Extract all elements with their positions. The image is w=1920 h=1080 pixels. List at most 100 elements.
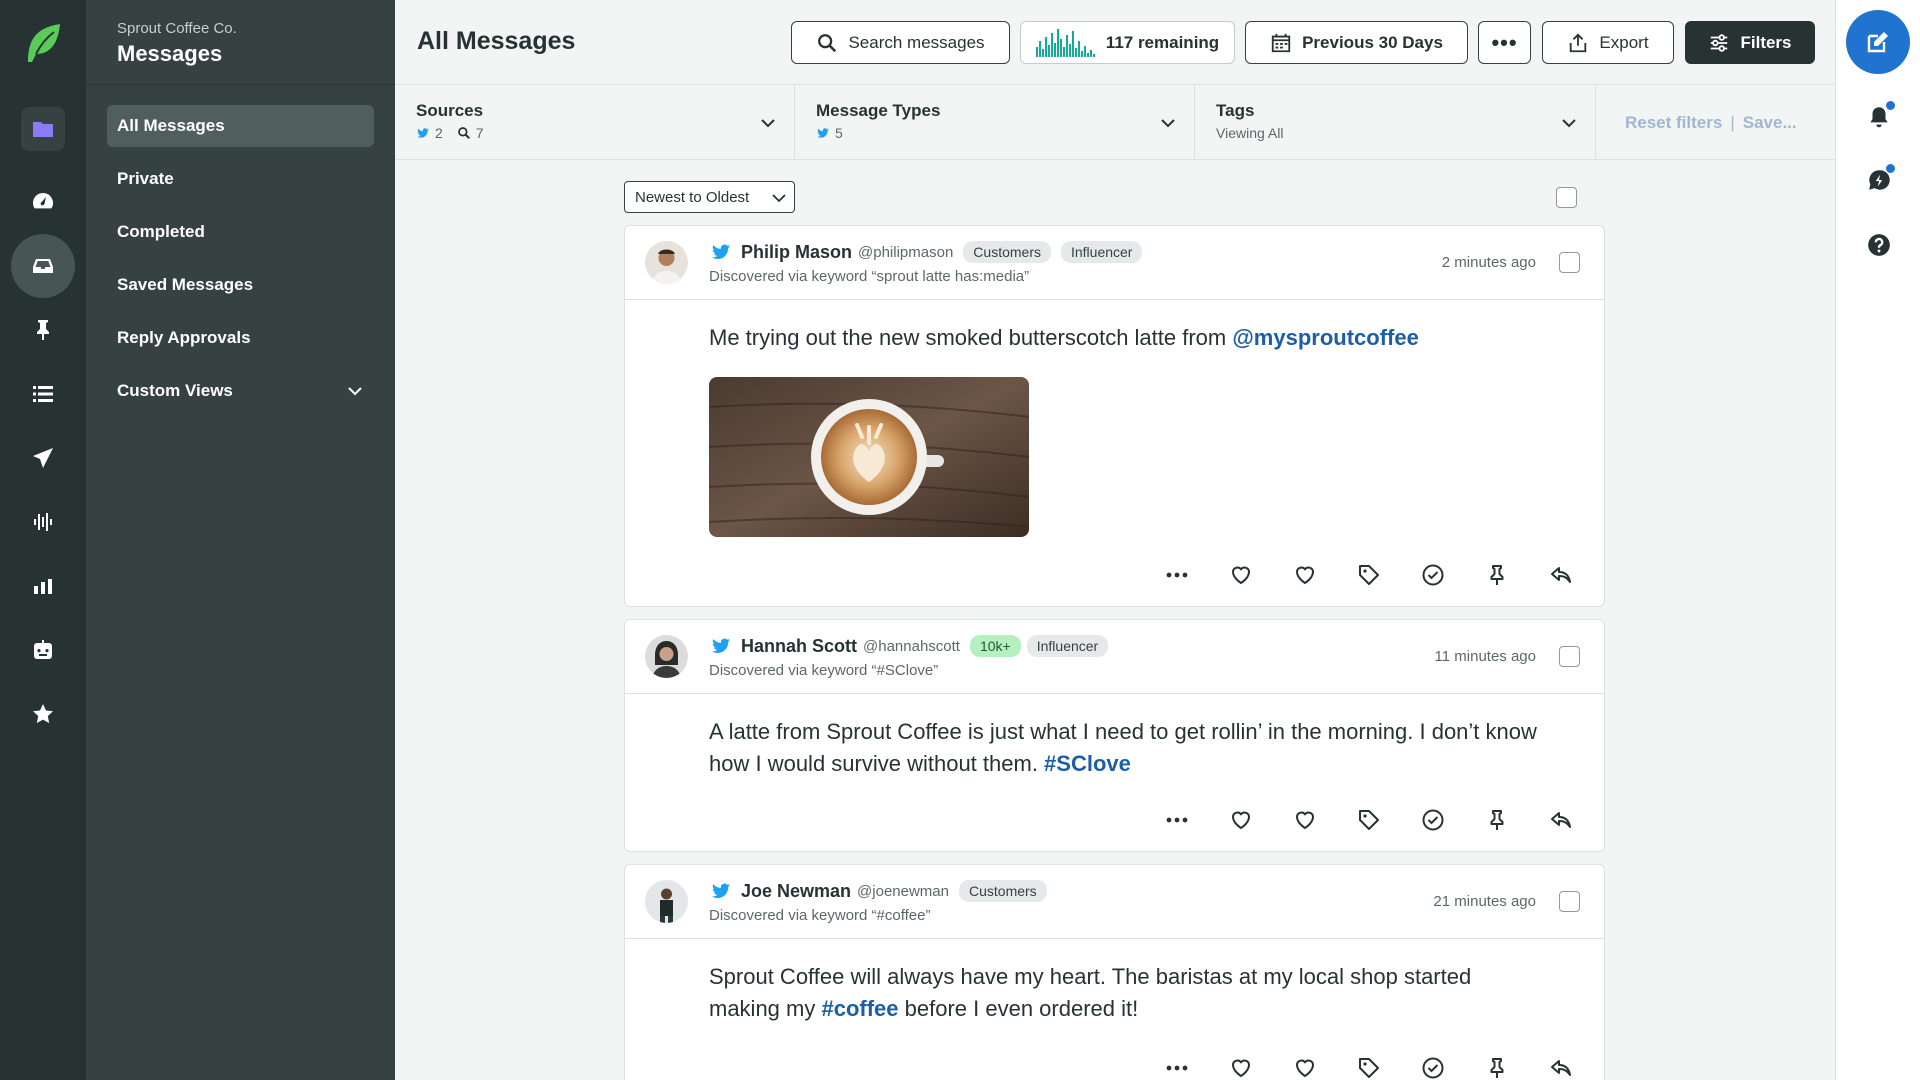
sources-summary: 2 7 xyxy=(416,125,794,141)
search-button[interactable]: Search messages xyxy=(791,21,1010,64)
message-card[interactable]: Joe Newman @joenewman Customers Discover… xyxy=(624,864,1605,1080)
favorite-button[interactable] xyxy=(1292,1055,1318,1080)
complete-icon xyxy=(1422,1057,1444,1079)
like-button[interactable] xyxy=(1228,1055,1254,1080)
nav-list: All Messages Private Completed Saved Mes… xyxy=(86,85,395,412)
nav-item-label: All Messages xyxy=(117,116,225,135)
message-actions xyxy=(1126,1055,1574,1080)
attached-photo[interactable] xyxy=(708,377,1030,537)
nav-item-completed[interactable]: Completed xyxy=(107,211,374,253)
nav-item-all-messages[interactable]: All Messages xyxy=(107,105,374,147)
list-icon xyxy=(33,386,53,402)
date-range-button[interactable]: Previous 30 Days xyxy=(1245,21,1468,64)
nav-item-label: Completed xyxy=(117,222,205,241)
filters-button[interactable]: Filters xyxy=(1685,21,1815,64)
more-actions-button[interactable] xyxy=(1164,562,1190,588)
avatar[interactable] xyxy=(645,635,688,678)
author-name[interactable]: Joe Newman xyxy=(741,881,851,902)
message-card[interactable]: Hannah Scott @hannahscott 10k+ Influence… xyxy=(624,619,1605,852)
remaining-counter[interactable]: 117 remaining xyxy=(1020,21,1235,64)
top-header: All Messages Search messages 117 remaini… xyxy=(395,0,1835,85)
message-text-end: before I even ordered it! xyxy=(898,996,1139,1021)
discovered-via: Discovered via keyword “#coffee” xyxy=(709,907,931,924)
sources-filter[interactable]: Sources 2 7 xyxy=(395,85,795,160)
rail-list[interactable] xyxy=(11,362,75,426)
message-header: Joe Newman @joenewman Customers Discover… xyxy=(625,865,1604,939)
pin-icon xyxy=(37,320,49,340)
reset-filters-link[interactable]: Reset filters xyxy=(1625,113,1722,132)
tags-filter[interactable]: Tags Viewing All xyxy=(1195,85,1596,160)
rail-reviews[interactable] xyxy=(11,682,75,746)
tag-icon xyxy=(1359,810,1379,830)
author-name[interactable]: Philip Mason xyxy=(741,242,852,263)
nav-item-custom-views[interactable]: Custom Views xyxy=(107,370,374,412)
complete-button[interactable] xyxy=(1420,562,1446,588)
tag-button[interactable] xyxy=(1356,1055,1382,1080)
rail-tasks[interactable] xyxy=(11,298,75,362)
sprout-leaf-logo[interactable] xyxy=(24,22,62,64)
reply-button[interactable] xyxy=(1548,562,1574,588)
like-button[interactable] xyxy=(1228,807,1254,833)
export-label: Export xyxy=(1599,32,1649,52)
pin-button[interactable] xyxy=(1484,562,1510,588)
rail-publish[interactable] xyxy=(11,426,75,490)
rail-inbox[interactable] xyxy=(11,234,75,298)
sort-select[interactable]: Newest to Oldest xyxy=(624,181,795,213)
rail-dashboard[interactable] xyxy=(11,169,75,233)
discovered-via: Discovered via keyword “sprout latte has… xyxy=(709,268,1030,285)
select-all-checkbox[interactable] xyxy=(1556,187,1577,208)
hashtag-link[interactable]: #coffee xyxy=(821,996,898,1021)
more-actions-button[interactable] xyxy=(1164,1055,1190,1080)
inbox-icon xyxy=(33,259,53,273)
avatar[interactable] xyxy=(645,241,688,284)
more-actions-button[interactable] xyxy=(1164,807,1190,833)
hashtag-link[interactable]: #SClove xyxy=(1044,751,1131,776)
compose-button[interactable] xyxy=(1846,10,1910,74)
mention-link[interactable]: @mysproutcoffee xyxy=(1232,325,1418,350)
tag-badge: Influencer xyxy=(1026,635,1109,657)
reply-button[interactable] xyxy=(1548,807,1574,833)
rail-bots[interactable] xyxy=(11,618,75,682)
message-checkbox[interactable] xyxy=(1559,891,1580,912)
message-card[interactable]: Philip Mason @philipmason Customers Infl… xyxy=(624,225,1605,607)
filter-bar: Sources 2 7 Message Types 5 Tags Viewing… xyxy=(395,85,1835,160)
more-options-button[interactable]: ••• xyxy=(1478,21,1531,64)
message-header: Hannah Scott @hannahscott 10k+ Influence… xyxy=(625,620,1604,694)
help-icon[interactable] xyxy=(1866,232,1892,258)
icon-rail xyxy=(0,0,86,1080)
author-name[interactable]: Hannah Scott xyxy=(741,636,857,657)
tag-button[interactable] xyxy=(1356,807,1382,833)
pin-button[interactable] xyxy=(1484,807,1510,833)
message-checkbox[interactable] xyxy=(1559,252,1580,273)
rail-reports[interactable] xyxy=(11,554,75,618)
pin-button[interactable] xyxy=(1484,1055,1510,1080)
message-checkbox[interactable] xyxy=(1559,646,1580,667)
chevron-down-icon xyxy=(761,119,775,128)
nav-item-label: Private xyxy=(117,169,174,188)
tag-button[interactable] xyxy=(1356,562,1382,588)
favorite-button[interactable] xyxy=(1292,562,1318,588)
listening-icon xyxy=(34,513,52,531)
nav-item-private[interactable]: Private xyxy=(107,158,374,200)
save-filters-link[interactable]: Save... xyxy=(1743,113,1797,132)
message-time: 2 minutes ago xyxy=(1441,254,1536,271)
complete-button[interactable] xyxy=(1420,1055,1446,1080)
nav-item-saved-messages[interactable]: Saved Messages xyxy=(107,264,374,306)
rail-listening[interactable] xyxy=(11,490,75,554)
complete-button[interactable] xyxy=(1420,807,1446,833)
export-button[interactable]: Export xyxy=(1542,21,1674,64)
nav-item-reply-approvals[interactable]: Reply Approvals xyxy=(107,317,374,359)
message-types-filter[interactable]: Message Types 5 xyxy=(795,85,1195,160)
author-handle[interactable]: @hannahscott xyxy=(863,638,960,655)
favorite-button[interactable] xyxy=(1292,807,1318,833)
reply-icon xyxy=(1551,1060,1571,1076)
avatar[interactable] xyxy=(645,880,688,923)
author-handle[interactable]: @joenewman xyxy=(857,883,949,900)
like-icon xyxy=(1231,1059,1251,1078)
author-handle[interactable]: @philipmason xyxy=(858,244,953,261)
reply-button[interactable] xyxy=(1548,1055,1574,1080)
nav-header: Sprout Coffee Co. Messages xyxy=(86,0,395,85)
like-button[interactable] xyxy=(1228,562,1254,588)
rail-folder[interactable] xyxy=(21,107,65,151)
chevron-down-icon xyxy=(1161,119,1175,128)
